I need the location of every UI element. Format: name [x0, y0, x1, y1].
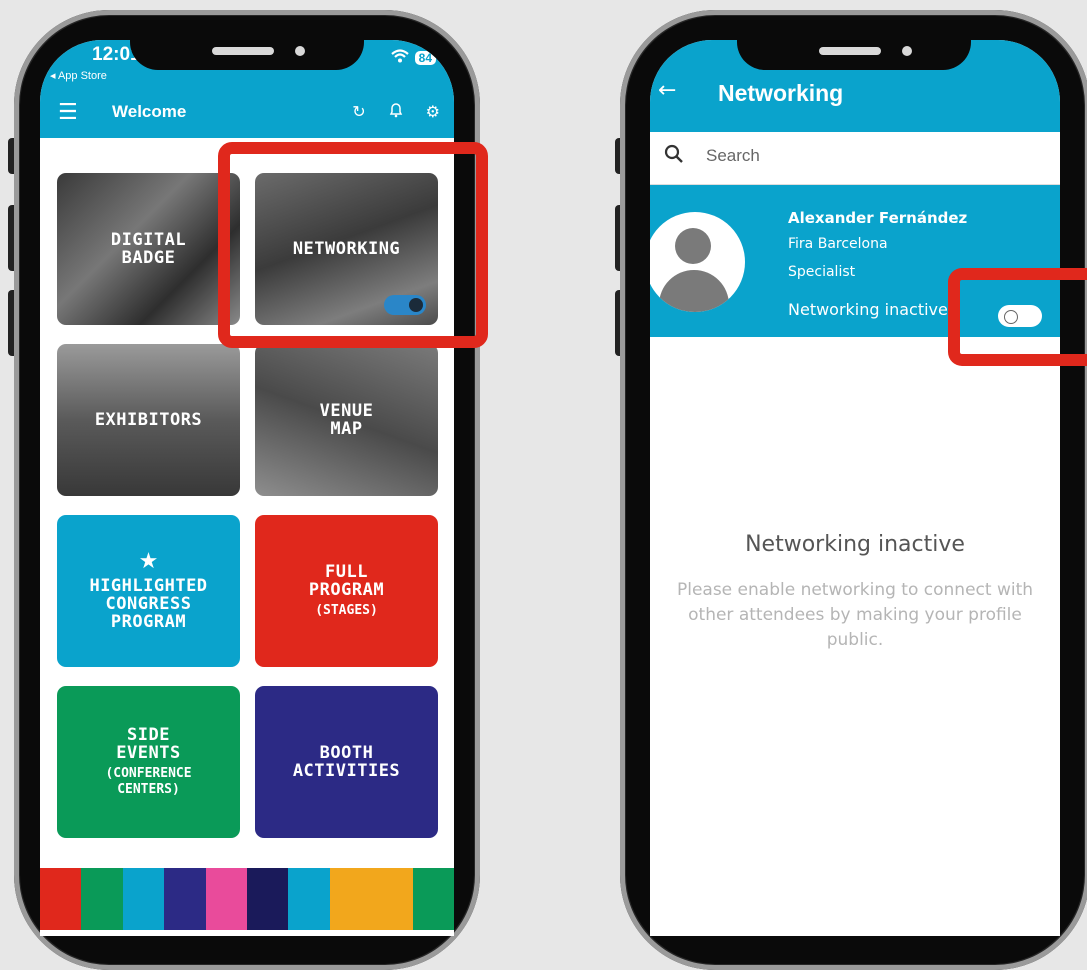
battery-icon: 84 — [414, 50, 436, 65]
tile-digital-badge[interactable]: DIGITAL BADGE — [57, 173, 240, 325]
tile-side-events[interactable]: SIDE EVENTS (CONFERENCE CENTERS) — [57, 686, 240, 838]
decorative-banner — [40, 868, 454, 930]
tile-full-program[interactable]: FULL PROGRAM (STAGES) — [255, 515, 438, 667]
bell-icon[interactable] — [388, 102, 404, 122]
app-bar: ☰ Welcome ↻ ⚙ — [40, 90, 454, 138]
avatar — [650, 212, 745, 312]
back-arrow-icon[interactable]: ← — [658, 78, 676, 103]
empty-state-message: Please enable networking to connect with… — [676, 580, 1034, 650]
refresh-icon[interactable]: ↻ — [352, 102, 365, 122]
right-phone-notch — [737, 36, 971, 70]
tile-label: FULL PROGRAM — [308, 562, 385, 600]
star-icon: ★ — [138, 549, 159, 574]
back-to-app-store-link[interactable]: ◂ App Store — [50, 69, 107, 82]
hamburger-menu-icon[interactable]: ☰ — [58, 100, 78, 125]
profile-role: Specialist — [788, 264, 856, 280]
page-title: Welcome — [112, 102, 187, 121]
page-title: Networking — [718, 80, 844, 106]
wifi-icon — [390, 48, 409, 67]
profile-organization: Fira Barcelona — [788, 236, 888, 252]
tile-label: VENUE MAP — [319, 401, 374, 439]
tile-sublabel: (STAGES) — [315, 603, 378, 618]
tile-label: BOOTH ACTIVITIES — [292, 743, 401, 781]
networking-toggle-highlight — [948, 268, 1087, 366]
networking-screen: ← Networking Search Alexander Fernández … — [650, 40, 1060, 936]
tile-venue-map[interactable]: VENUE MAP — [255, 344, 438, 496]
left-phone-notch — [130, 36, 364, 70]
networking-tile-highlight — [218, 142, 488, 348]
search-input[interactable]: Search — [706, 146, 760, 166]
tile-exhibitors[interactable]: EXHIBITORS — [57, 344, 240, 496]
tile-label: EXHIBITORS — [94, 410, 203, 430]
search-bar[interactable]: Search — [650, 132, 1060, 185]
tile-highlighted-congress-program[interactable]: ★ HIGHLIGHTED CONGRESS PROGRAM — [57, 515, 240, 667]
tile-label: HIGHLIGHTED CONGRESS PROGRAM — [89, 576, 208, 632]
tile-label: SIDE EVENTS — [116, 725, 181, 763]
tile-sublabel: (CONFERENCE CENTERS) — [105, 766, 192, 797]
profile-name: Alexander Fernández — [788, 209, 968, 227]
networking-status-label: Networking inactive — [788, 300, 948, 319]
tile-booth-activities[interactable]: BOOTH ACTIVITIES — [255, 686, 438, 838]
gear-icon[interactable]: ⚙ — [426, 102, 440, 122]
tile-label: DIGITAL BADGE — [110, 230, 187, 268]
empty-state-title: Networking inactive — [745, 532, 965, 557]
search-icon — [664, 144, 684, 169]
